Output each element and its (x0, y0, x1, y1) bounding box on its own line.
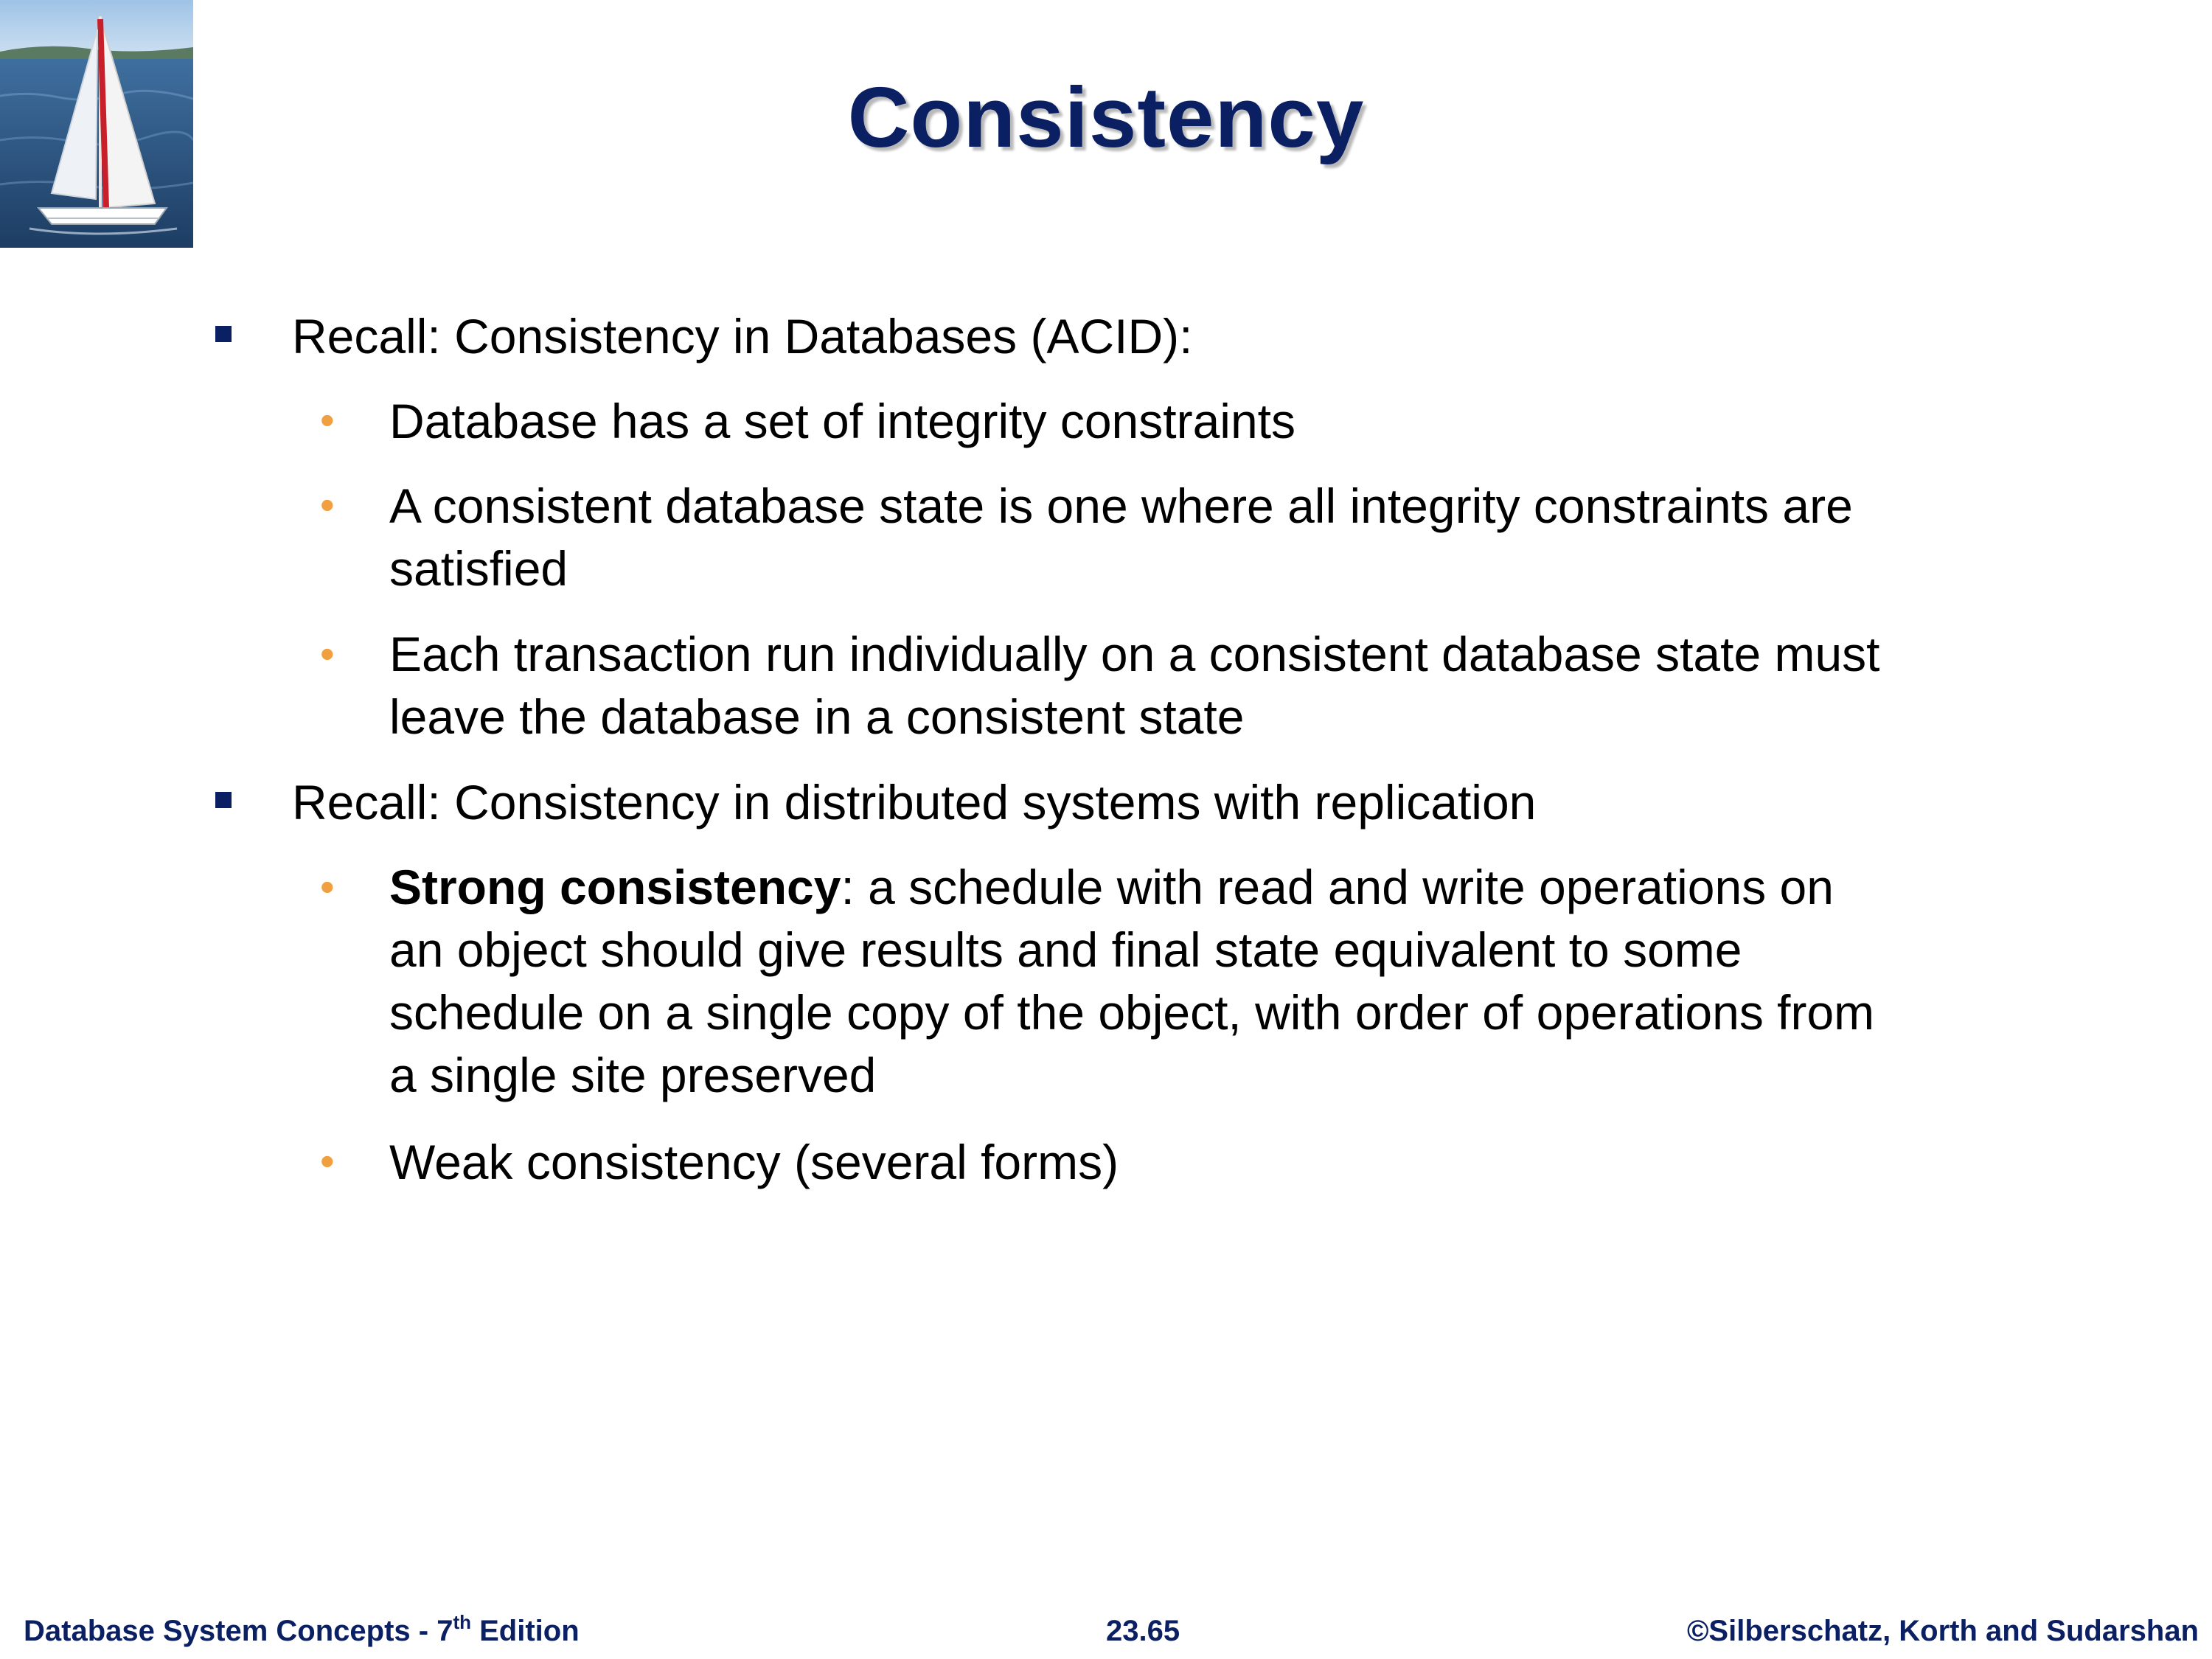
footer-page-number: 23.65 (1106, 1615, 1180, 1647)
round-bullet-icon: • (320, 863, 335, 910)
strong-consistency-term: Strong consistency (389, 860, 841, 914)
square-bullet-icon (215, 792, 232, 808)
round-bullet-icon: • (320, 630, 335, 677)
square-bullet-icon (215, 326, 232, 342)
sub-bullet-line: A consistent database state is one where… (389, 479, 1853, 533)
footer-superscript: th (453, 1611, 471, 1633)
slide: Consistency Recall: Consistency in Datab… (0, 0, 2212, 1659)
sub-bullet-item: Weak consistency (several forms) (389, 1131, 2056, 1194)
bullet-text: Recall: Consistency in Databases (ACID): (292, 309, 1193, 364)
round-bullet-icon: • (320, 1138, 335, 1184)
footer-edition: Edition (471, 1615, 580, 1647)
sub-bullet-line: Strong consistency: a schedule with read… (389, 856, 2056, 919)
sub-bullet-item: Strong consistency: a schedule with read… (389, 856, 2056, 1107)
sub-bullet-line: an object should give results and final … (389, 922, 1742, 977)
sub-bullet-line: satisfied (389, 541, 568, 596)
sub-bullet-item: A consistent database state is one where… (389, 475, 2056, 600)
bullet-item: Recall: Consistency in distributed syste… (292, 771, 2062, 834)
sub-bullet-line: a single site preserved (389, 1048, 877, 1102)
sub-bullet-text: Weak consistency (several forms) (389, 1135, 1119, 1189)
sub-bullet-line: leave the database in a consistent state (389, 689, 1245, 744)
sub-bullet-item: Each transaction run individually on a c… (389, 623, 2056, 748)
footer-book-title: Database System Concepts - 7 (24, 1615, 453, 1647)
round-bullet-icon: • (320, 397, 335, 443)
footer-left: Database System Concepts - 7th Edition (24, 1613, 580, 1648)
sub-bullet-line: Each transaction run individually on a c… (389, 627, 1880, 681)
bullet-item: Recall: Consistency in Databases (ACID): (292, 305, 2062, 368)
page-title: Consistency (847, 69, 1365, 165)
sub-bullet-text: Database has a set of integrity constrai… (389, 394, 1295, 448)
footer-copyright: ©Silberschatz, Korth and Sudarshan (1686, 1615, 2199, 1647)
round-bullet-icon: • (320, 481, 335, 528)
bullet-text: Recall: Consistency in distributed syste… (292, 775, 1537, 830)
sub-bullet-item: Database has a set of integrity constrai… (389, 390, 2056, 453)
sub-bullet-text: : a schedule with read and write operati… (841, 860, 1834, 914)
sub-bullet-line: schedule on a single copy of the object,… (389, 985, 1875, 1040)
